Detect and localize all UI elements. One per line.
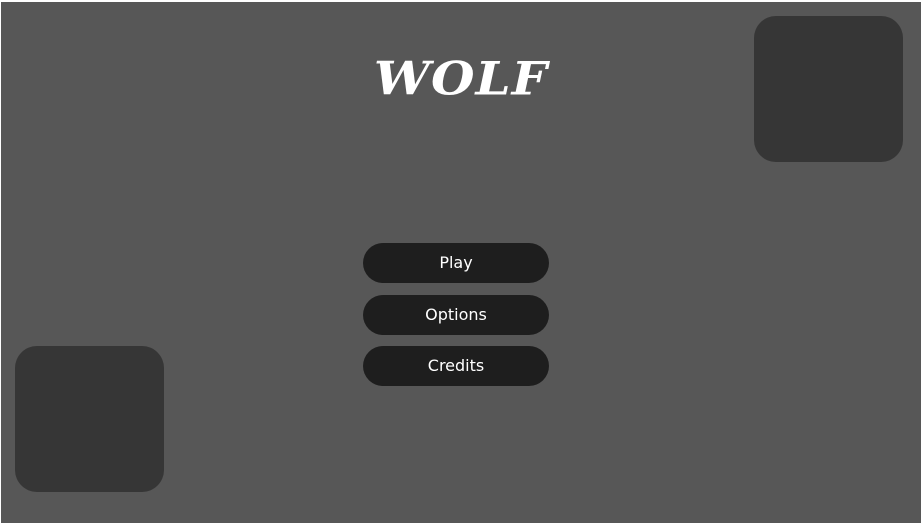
credits-button[interactable]: Credits — [363, 346, 549, 386]
bottom-left-panel — [15, 346, 164, 492]
main-menu-screen: WOLF Play Options Credits — [1, 2, 921, 523]
main-menu: Play Options Credits — [363, 243, 549, 398]
options-button[interactable]: Options — [363, 294, 549, 335]
play-button[interactable]: Play — [363, 243, 549, 283]
top-right-panel — [754, 16, 903, 162]
